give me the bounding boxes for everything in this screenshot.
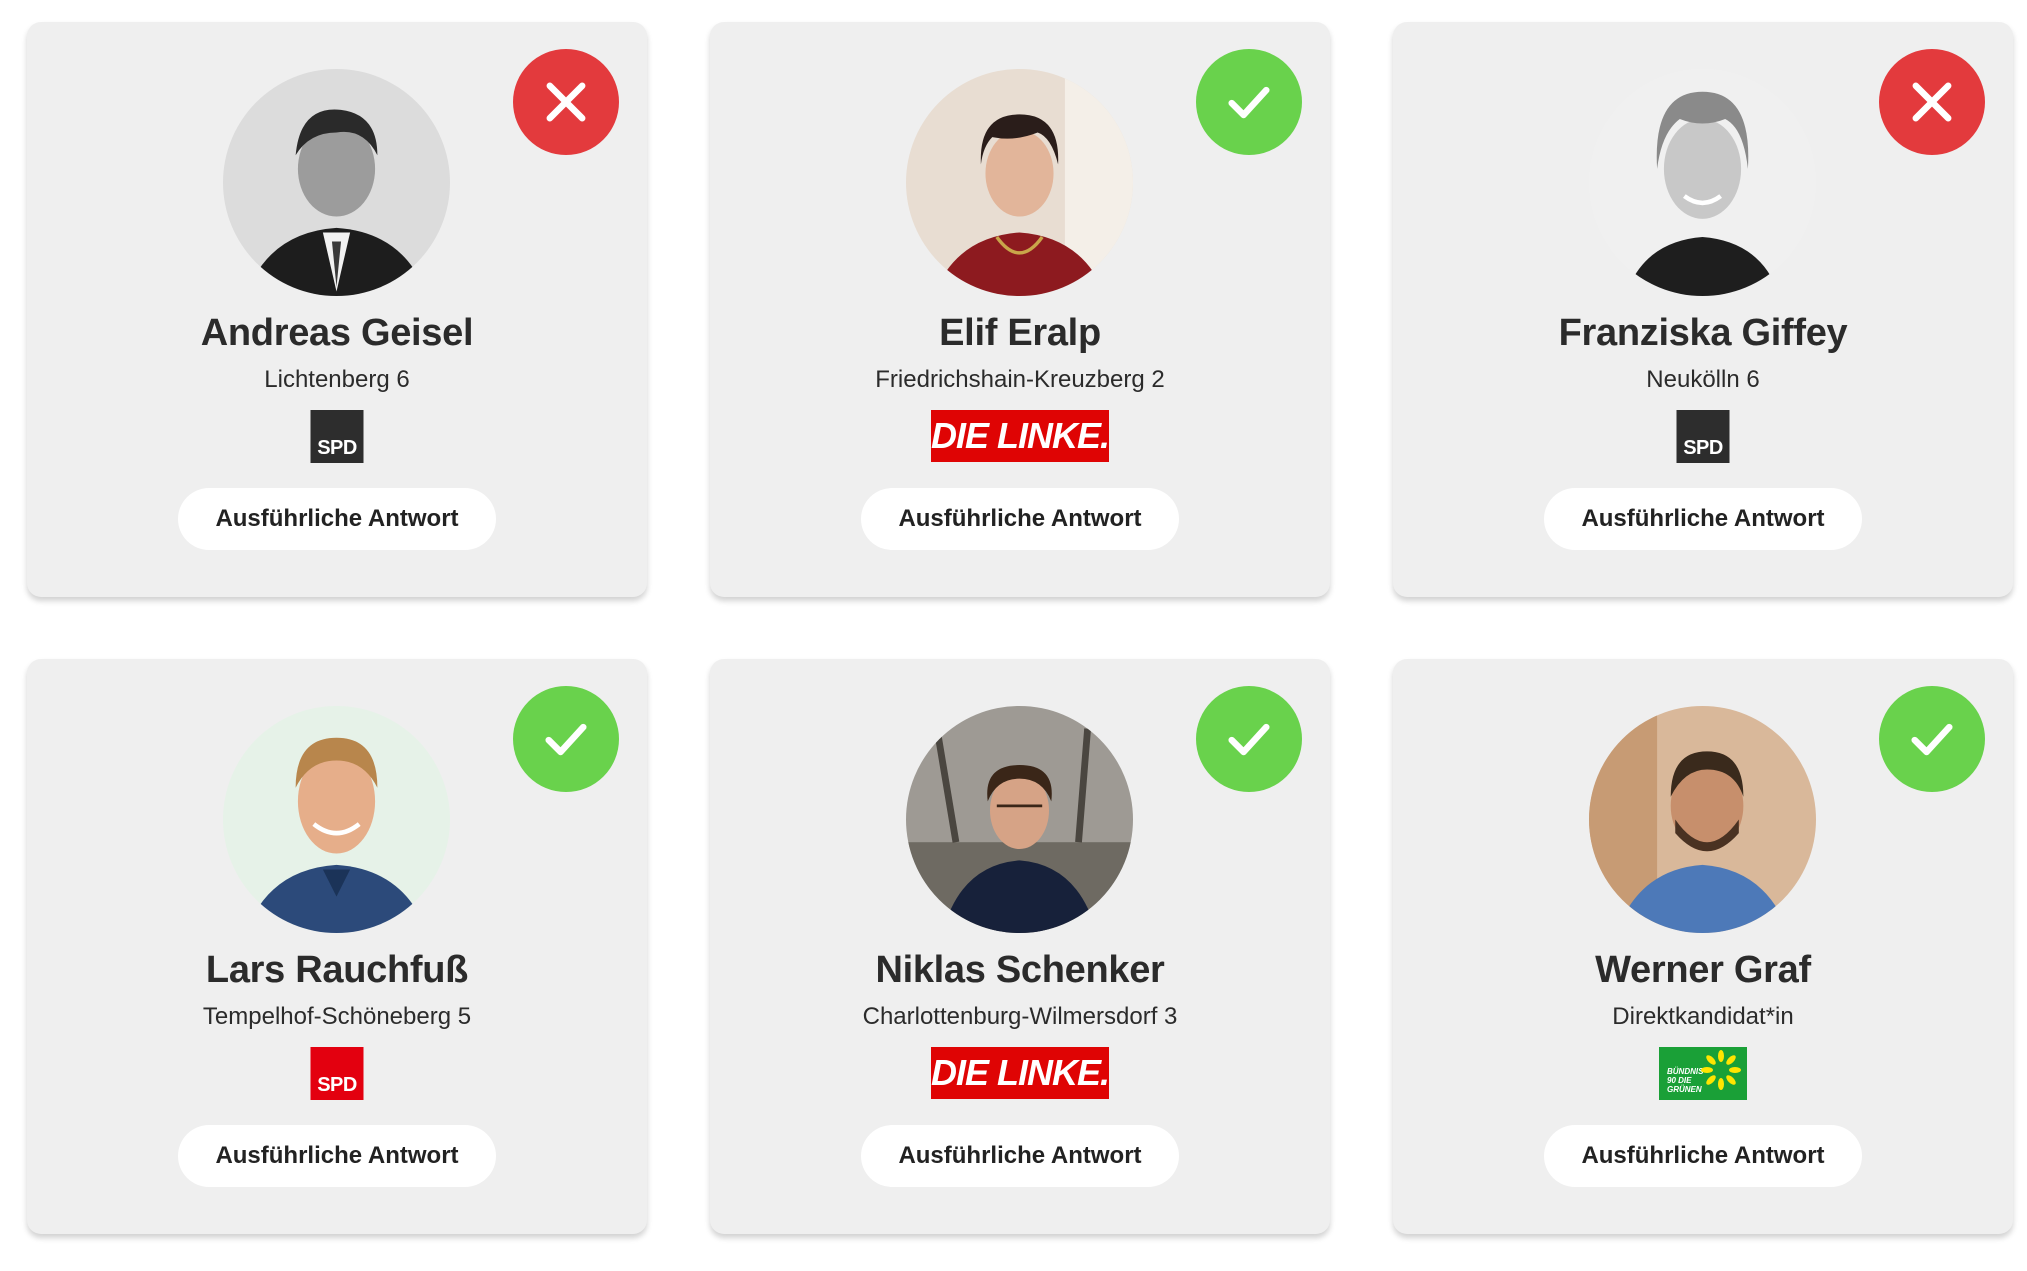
candidate-photo (906, 69, 1133, 296)
candidate-photo (223, 69, 450, 296)
candidate-name: Lars Rauchfuß (205, 949, 469, 991)
cross-icon (1912, 82, 1952, 122)
portrait-image (906, 69, 1133, 296)
candidate-card: Elif Eralp Friedrichshain-Kreuzberg 2 DI… (710, 22, 1330, 597)
portrait-image (223, 706, 450, 933)
party-logo: DIE LINKE. (931, 1047, 1110, 1099)
sunflower-icon (1701, 1050, 1741, 1090)
portrait-image (1589, 69, 1816, 296)
detailed-answer-button[interactable]: Ausführliche Antwort (178, 488, 496, 550)
candidate-district: Lichtenberg 6 (264, 366, 410, 393)
candidate-name: Werner Graf (1595, 949, 1811, 991)
portrait-image (223, 69, 450, 296)
detailed-answer-button[interactable]: Ausführliche Antwort (861, 488, 1179, 550)
candidate-grid: Andreas Geisel Lichtenberg 6 SPD Ausführ… (27, 22, 2014, 1234)
answer-status (1196, 686, 1302, 792)
check-icon (1228, 723, 1270, 756)
detailed-answer-button[interactable]: Ausführliche Antwort (861, 1125, 1179, 1187)
candidate-photo (223, 706, 450, 933)
party-logo: BÜNDNIS 90 DIE GRÜNEN (1659, 1047, 1747, 1100)
candidate-district: Tempelhof-Schöneberg 5 (202, 1003, 472, 1030)
die-linke-logo: DIE LINKE. (931, 410, 1110, 462)
candidate-district: Friedrichshain-Kreuzberg 2 (875, 366, 1165, 393)
candidate-name: Niklas Schenker (875, 949, 1165, 991)
candidate-card: Andreas Geisel Lichtenberg 6 SPD Ausführ… (27, 22, 647, 597)
answer-status (513, 686, 619, 792)
candidate-photo (906, 706, 1133, 933)
party-logo: SPD (310, 410, 364, 463)
cross-icon (546, 82, 586, 122)
candidate-photo (1589, 69, 1816, 296)
party-logo: SPD (310, 1047, 364, 1100)
candidate-name: Elif Eralp (939, 312, 1101, 354)
detailed-answer-button[interactable]: Ausführliche Antwort (1544, 1125, 1862, 1187)
detailed-answer-button[interactable]: Ausführliche Antwort (1544, 488, 1862, 550)
party-logo: SPD (1676, 410, 1730, 463)
candidate-card: Werner Graf Direktkandidat*in BÜNDNIS 90… (1393, 659, 2013, 1234)
check-icon (545, 723, 587, 756)
gruene-logo: BÜNDNIS 90 DIE GRÜNEN (1659, 1047, 1747, 1100)
detailed-answer-button[interactable]: Ausführliche Antwort (178, 1125, 496, 1187)
candidate-district: Neukölln 6 (1646, 366, 1760, 393)
spd-logo: SPD (310, 410, 364, 463)
answer-status (1196, 49, 1302, 155)
check-icon (1911, 723, 1953, 756)
answer-status (513, 49, 619, 155)
portrait-image (1589, 706, 1816, 933)
candidate-card: Franziska Giffey Neukölln 6 SPD Ausführl… (1393, 22, 2013, 597)
answer-status (1879, 686, 1985, 792)
check-icon (1228, 86, 1270, 119)
candidate-district: Direktkandidat*in (1612, 1003, 1794, 1030)
candidate-card: Niklas Schenker Charlottenburg-Wilmersdo… (710, 659, 1330, 1234)
spd-logo: SPD (1676, 410, 1730, 463)
answer-status (1879, 49, 1985, 155)
candidate-name: Franziska Giffey (1558, 312, 1848, 354)
party-logo: DIE LINKE. (931, 410, 1110, 462)
candidate-photo (1589, 706, 1816, 933)
die-linke-logo: DIE LINKE. (931, 1047, 1110, 1099)
candidate-name: Andreas Geisel (200, 312, 474, 354)
spd-logo: SPD (310, 1047, 364, 1100)
candidate-card: Lars Rauchfuß Tempelhof-Schöneberg 5 SPD… (27, 659, 647, 1234)
candidate-district: Charlottenburg-Wilmersdorf 3 (862, 1003, 1178, 1030)
portrait-image (906, 706, 1133, 933)
